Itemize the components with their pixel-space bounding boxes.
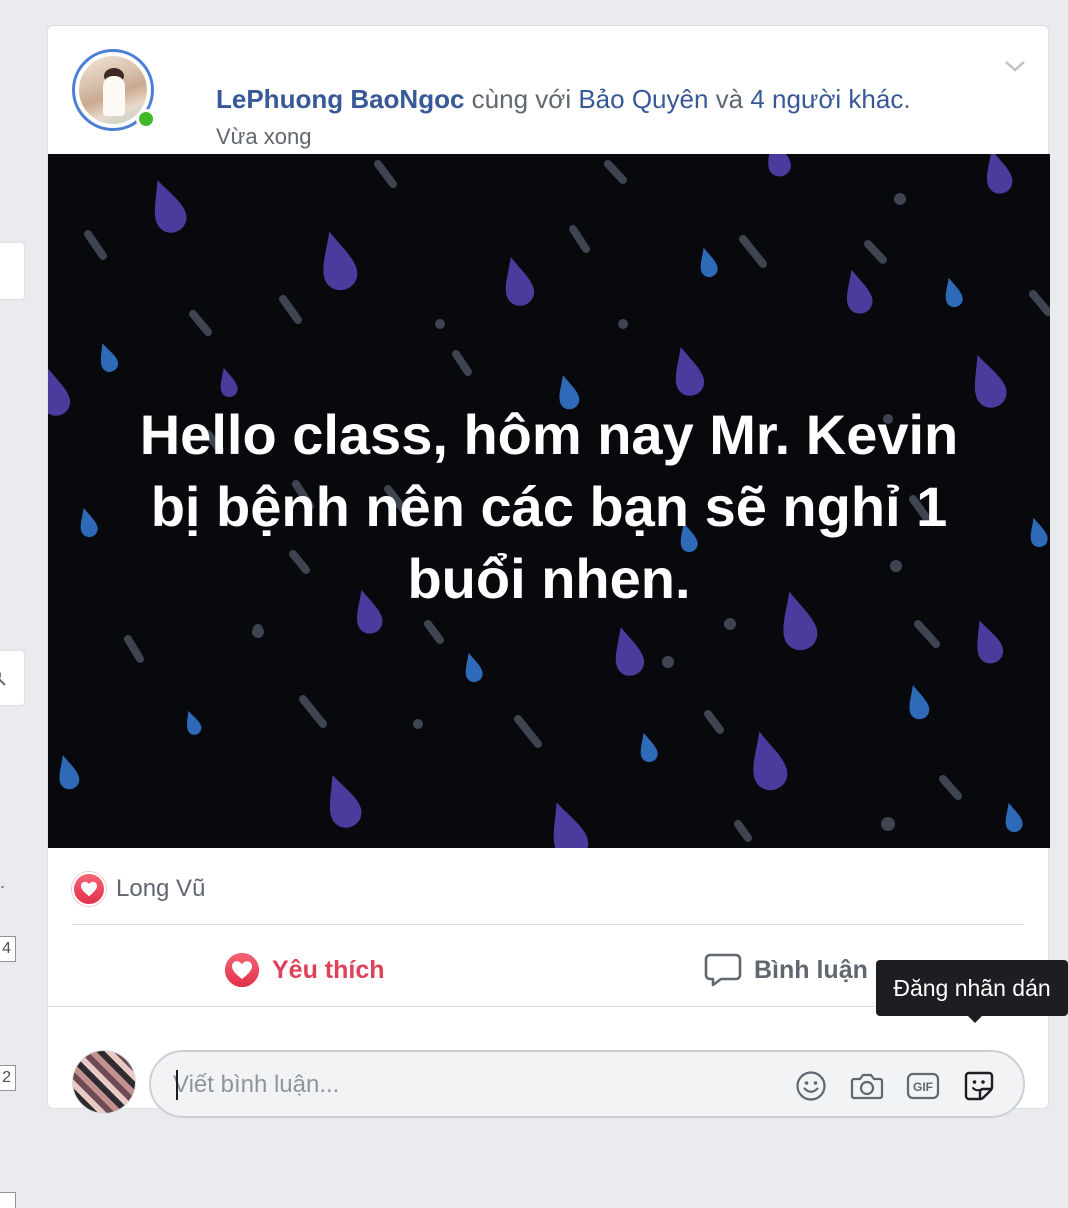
online-status-dot [136, 109, 156, 129]
left-edge-dot: . [0, 872, 6, 892]
divider [72, 924, 1024, 925]
text-caret [176, 1070, 178, 1100]
search-icon [0, 671, 6, 686]
left-search-box[interactable] [0, 650, 25, 706]
svg-text:GIF: GIF [913, 1080, 933, 1094]
gif-icon[interactable]: GIF [905, 1068, 941, 1104]
speech-bubble-icon [704, 952, 742, 988]
reactor-names[interactable]: Long Vũ [116, 875, 205, 903]
camera-icon[interactable] [849, 1068, 885, 1104]
viewer-avatar[interactable] [72, 1050, 136, 1114]
author-line: LePhuong BaoNgoc cùng với Bảo Quyên và 4… [216, 84, 911, 115]
comment-input-box[interactable]: GIF [149, 1050, 1025, 1118]
left-badge-count: 4 [0, 936, 16, 962]
others-link[interactable]: 4 người khác [750, 84, 903, 114]
left-badge-count: 2 [0, 1065, 16, 1091]
status-background: Hello class, hôm nay Mr. Kevin bị bệnh n… [48, 154, 1050, 848]
comment-button[interactable]: Bình luận [704, 946, 868, 994]
left-panel-box [0, 242, 25, 300]
heart-icon [224, 952, 260, 988]
status-text: Hello class, hôm nay Mr. Kevin bị bệnh n… [139, 403, 959, 610]
author-name-link[interactable]: LePhuong BaoNgoc [216, 84, 464, 114]
tooltip-arrow [966, 1014, 984, 1023]
sticker-tooltip: Đăng nhãn dán [876, 960, 1068, 1016]
post-header: LePhuong BaoNgoc cùng với Bảo Quyên và 4… [48, 26, 1048, 154]
with-text: cùng với [471, 84, 572, 114]
feed-post: LePhuong BaoNgoc cùng với Bảo Quyên và 4… [47, 25, 1050, 1118]
period-text: . [903, 84, 911, 114]
and-text: và [715, 84, 744, 114]
reactions-summary[interactable]: Long Vũ [72, 869, 205, 909]
left-badge-partial [0, 1192, 16, 1208]
comment-composer: GIF [48, 1026, 1048, 1118]
comment-button-label: Bình luận [754, 955, 868, 984]
chevron-down-icon[interactable] [1003, 54, 1027, 78]
tagged-person-link[interactable]: Bảo Quyên [578, 84, 708, 114]
love-button-label: Yêu thích [272, 955, 385, 984]
emoji-icon[interactable] [793, 1068, 829, 1104]
heart-reaction-icon [72, 872, 106, 906]
comment-input[interactable] [173, 1062, 773, 1108]
love-button[interactable]: Yêu thích [224, 946, 385, 994]
post-timestamp[interactable]: Vừa xong [216, 124, 311, 150]
sticker-icon[interactable] [961, 1068, 997, 1104]
